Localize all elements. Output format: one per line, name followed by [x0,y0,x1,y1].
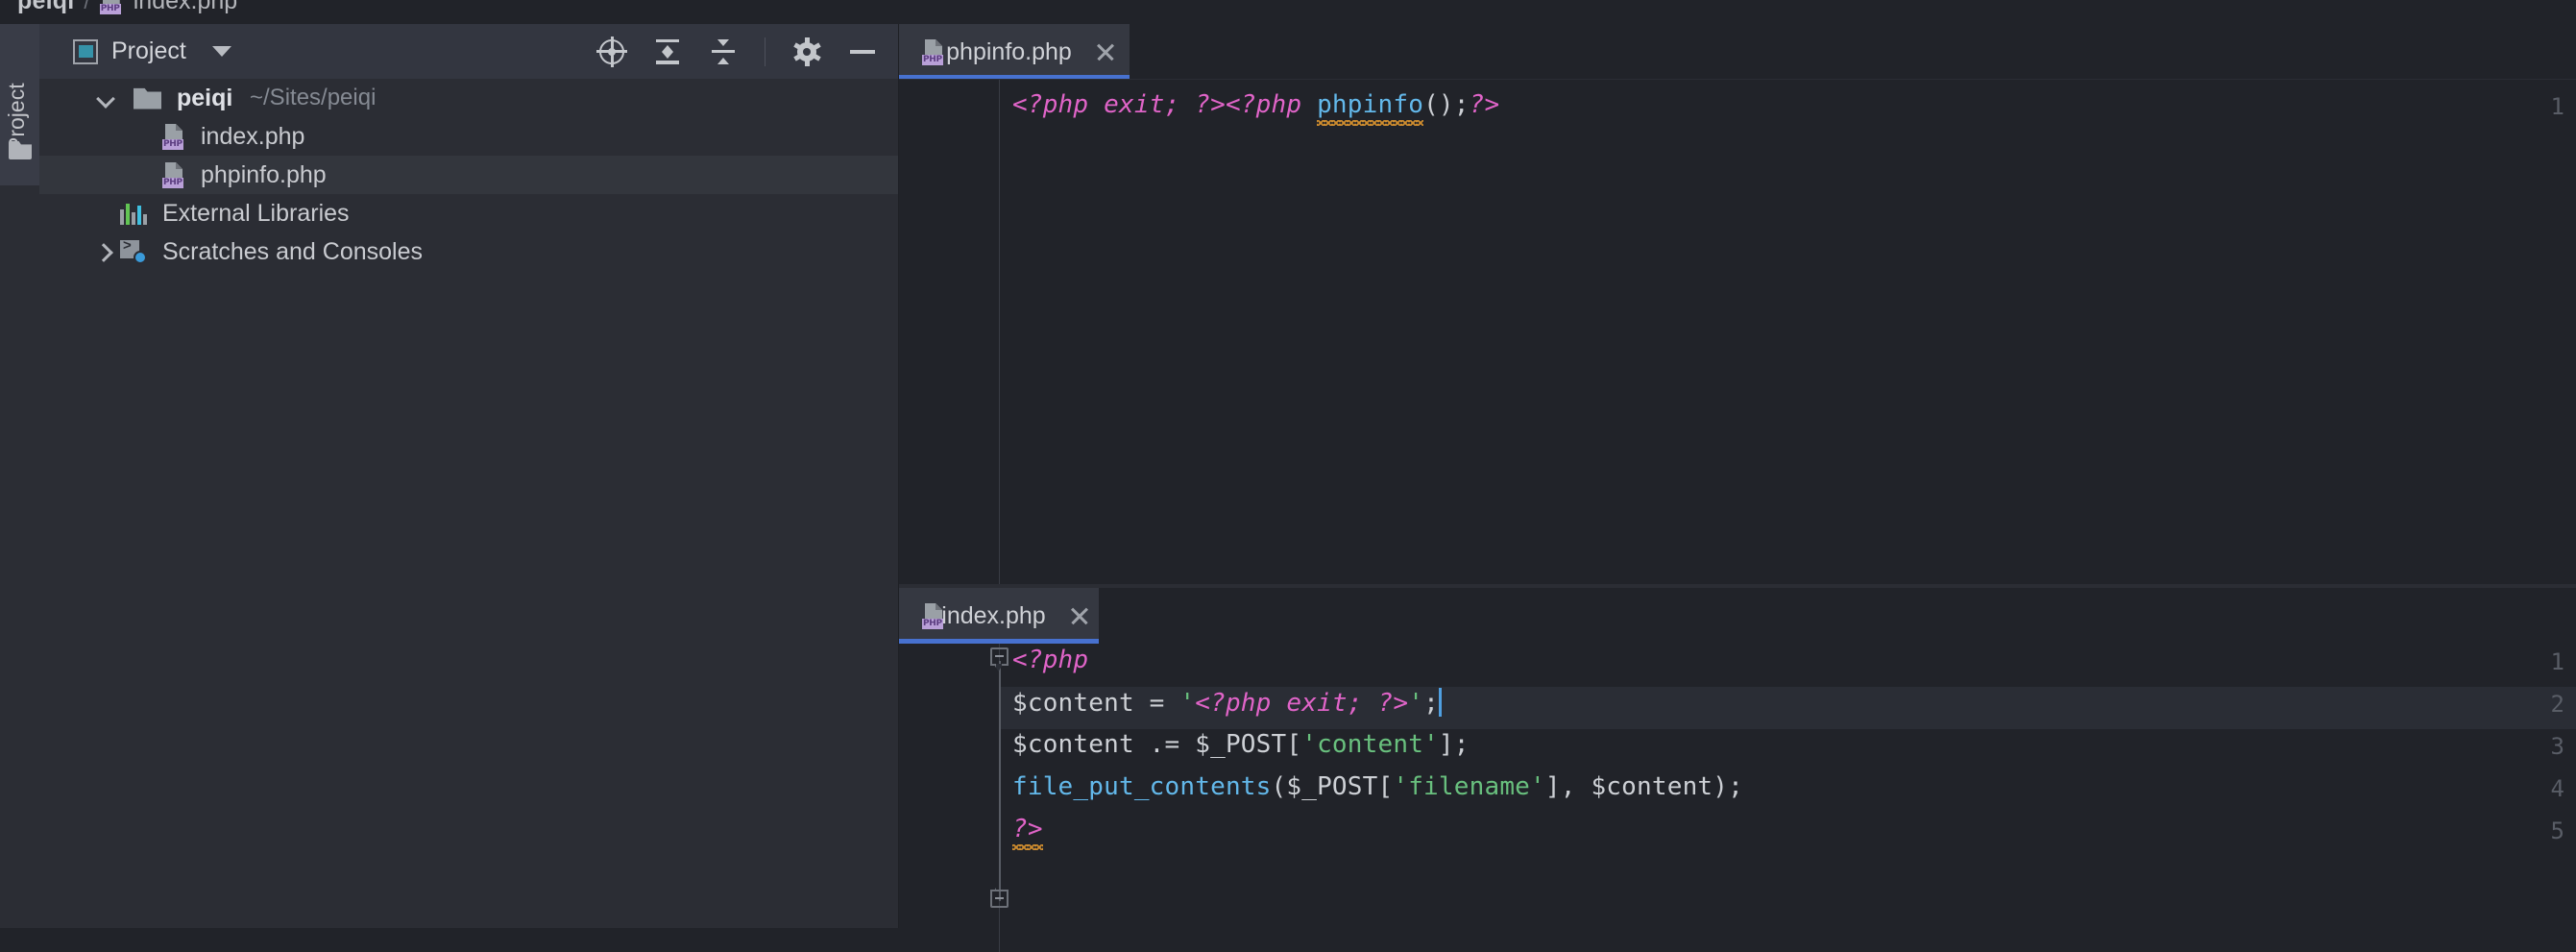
code-fold-region-line [999,661,1001,901]
editor-gutter[interactable] [899,644,1000,952]
tab-index-php[interactable]: PHP index.php [899,588,1099,644]
tree-row[interactable]: PHP index.php [39,117,898,156]
project-panel-toolbar [596,24,877,79]
editor-tabbar-top: PHP phpinfo.php [899,24,2576,81]
tree-item-label: index.php [201,122,305,150]
breadcrumb-separator: / [84,0,90,13]
project-tool-window: Project peiqi ~/Sites/peiqi PHP index.ph… [39,24,899,928]
sidebar-item-project[interactable]: Project [0,34,39,183]
project-view-icon [73,38,98,64]
editor-tabbar-bottom: PHP index.php [899,588,2576,644]
php-file-icon: PHP [162,123,187,150]
gear-icon[interactable] [792,37,821,66]
project-tree: peiqi ~/Sites/peiqi PHP index.php PHP ph… [39,79,898,271]
minimize-icon[interactable] [848,37,877,66]
line-number: 3 [2550,733,2564,760]
php-file-icon: PHP [162,161,187,188]
php-file-icon: PHP [922,602,943,629]
ide-window: peiqi / PHP index.php Project Project pe… [0,0,2576,952]
library-icon [120,202,147,225]
folder-icon [134,87,161,110]
line-number: 1 [2550,648,2564,675]
breadcrumb-file[interactable]: index.php [134,0,237,15]
tree-row[interactable]: peiqi ~/Sites/peiqi [39,79,898,117]
collapse-all-button[interactable] [709,37,738,66]
side-tab-label: Project [4,83,29,152]
tree-item-path: ~/Sites/peiqi [250,85,377,110]
tree-item-label: External Libraries [162,199,350,227]
tree-row[interactable]: External Libraries [39,194,898,232]
close-icon[interactable] [1067,603,1078,628]
tab-label: index.php [941,601,1046,629]
line-number: 5 [2550,818,2564,844]
tab-label: phpinfo.php [946,37,1072,65]
code-editor-bottom[interactable]: 1 2 3 4 5 <?php $content = '<?php exit; … [899,644,2576,952]
breadcrumb-project[interactable]: peiqi [17,0,74,15]
tree-row[interactable]: PHP phpinfo.php [39,156,898,194]
code-line[interactable]: ?> [1012,815,1043,850]
project-view-selector[interactable]: Project [73,37,231,65]
tree-item-label: peiqi [177,84,233,111]
panel-title: Project [111,37,186,64]
php-file-icon: PHP [99,0,125,14]
chevron-down-icon[interactable] [95,87,116,109]
locate-in-tree-button[interactable] [596,36,627,67]
code-line[interactable]: $content = '<?php exit; ?>'; [1012,688,1442,718]
line-number: 1 [2550,93,2564,120]
code-editor-top[interactable]: 1 <?php exit; ?><?php phpinfo();?> [899,80,2576,584]
tree-item-label: Scratches and Consoles [162,237,423,265]
toolbar-separator [765,37,766,66]
code-line[interactable]: file_put_contents($_POST['filename'], $c… [1012,772,1743,801]
php-file-icon: PHP [922,38,943,65]
expand-all-button[interactable] [653,37,682,66]
fold-start-marker[interactable] [990,647,1009,672]
code-line[interactable]: <?php [1012,646,1088,674]
close-icon[interactable] [1093,39,1108,64]
code-line[interactable]: <?php exit; ?><?php phpinfo();?> [1012,90,1499,126]
line-number: 4 [2550,775,2564,802]
breadcrumb: peiqi / PHP index.php [0,0,2576,24]
editor-gutter[interactable] [899,80,1000,584]
chevron-down-icon[interactable] [211,46,231,57]
chevron-right-icon[interactable] [95,241,116,262]
fold-end-marker[interactable] [990,883,1009,908]
line-number: 2 [2550,691,2564,718]
left-tool-window-bar: Project [0,24,39,928]
project-panel-header: Project [39,24,898,79]
editor-area: PHP phpinfo.php 1 <?php exit; ?><?php ph… [899,24,2576,952]
tab-phpinfo-php[interactable]: PHP phpinfo.php [899,24,1130,80]
code-line[interactable]: $content .= $_POST['content']; [1012,730,1470,759]
tree-item-label: phpinfo.php [201,160,327,188]
tree-row[interactable]: Scratches and Consoles [39,232,898,271]
scratches-icon [120,237,147,264]
